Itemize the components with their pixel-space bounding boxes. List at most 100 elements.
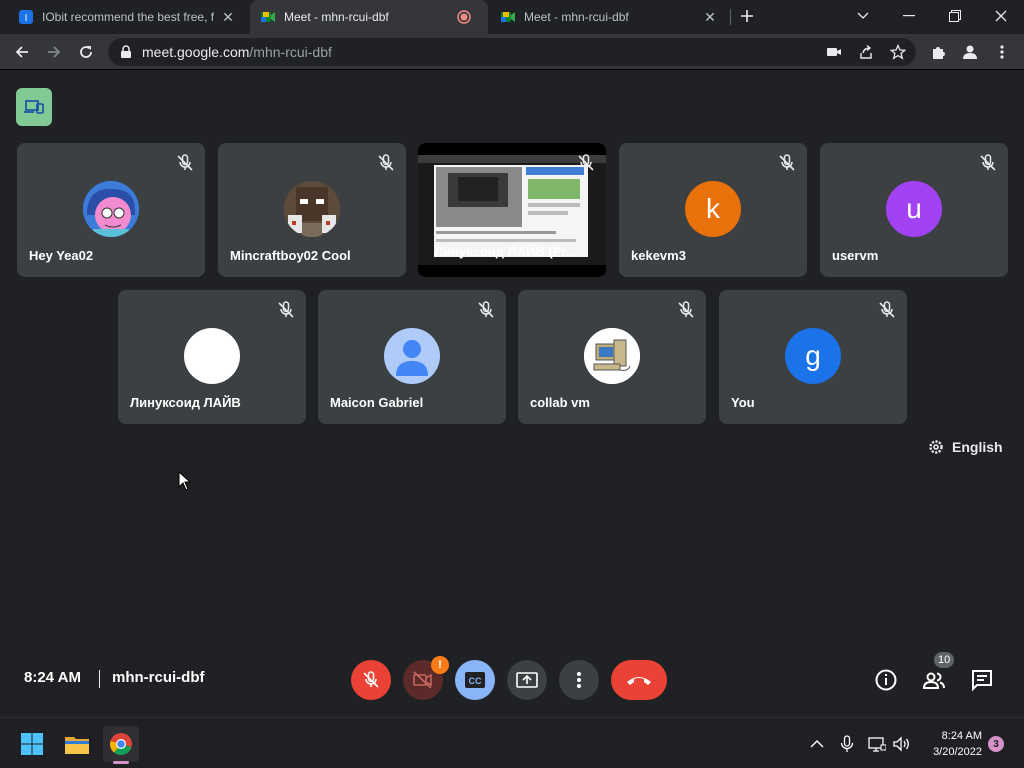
computer-avatar — [584, 328, 640, 384]
participant-name: uservm — [832, 248, 879, 263]
participant-tile[interactable]: u uservm — [820, 143, 1008, 277]
minecraft-avatar — [284, 181, 340, 237]
windows-logo-icon — [21, 733, 43, 755]
file-explorer-button[interactable] — [59, 726, 95, 762]
browser-tab-strip: I IObit recommend the best free, f ✕ Mee… — [0, 0, 1024, 34]
notification-badge[interactable]: 3 — [988, 736, 1004, 752]
taskbar-clock[interactable]: 8:24 AM 3/20/2022 — [916, 728, 982, 760]
folder-icon — [65, 737, 89, 754]
chrome-taskbar-button[interactable] — [103, 726, 139, 762]
extensions-button[interactable] — [924, 38, 952, 66]
volume-icon[interactable] — [892, 735, 910, 753]
recording-icon — [456, 9, 472, 25]
participant-name: kekevm3 — [631, 248, 686, 263]
videocam-off-icon — [413, 671, 432, 689]
reload-icon — [80, 46, 92, 58]
participant-name: Mincraftboy02 Cool — [230, 248, 351, 263]
participant-name: collab vm — [530, 395, 590, 410]
white-circle-avatar — [184, 328, 240, 384]
chevron-up-icon[interactable] — [808, 735, 826, 753]
start-button[interactable] — [14, 726, 50, 762]
close-icon — [995, 10, 1007, 22]
close-window-button[interactable] — [978, 0, 1024, 32]
leave-call-button[interactable] — [611, 660, 667, 700]
url-path: /mhn-rcui-dbf — [249, 44, 332, 60]
meet-stage: Hey Yea02 Mincraftboy02 Cool Линуксоид Л… — [0, 71, 1024, 717]
companion-mode-button[interactable] — [16, 88, 52, 126]
tab-meet-active[interactable]: Meet - mhn-rcui-dbf — [250, 0, 488, 34]
network-icon[interactable] — [868, 735, 886, 753]
letter-avatar: g — [785, 328, 841, 384]
mic-off-icon — [278, 301, 294, 318]
clock-date: 3/20/2022 — [933, 746, 982, 758]
pink-cartoon-avatar — [83, 181, 139, 237]
captions-button[interactable]: CC — [455, 660, 495, 700]
participant-tile-self[interactable]: g You — [719, 290, 907, 424]
tab-close-icon[interactable]: ✕ — [220, 9, 236, 25]
meet-favicon-icon — [500, 9, 516, 25]
tab-title: Meet - mhn-rcui-dbf — [284, 10, 389, 24]
mic-off-icon — [177, 154, 193, 171]
arrow-left-icon — [15, 46, 28, 58]
participant-name: Maicon Gabriel — [330, 395, 424, 410]
bookmark-star-icon — [890, 44, 906, 60]
more-vert-icon — [577, 672, 581, 688]
more-options-button[interactable] — [559, 660, 599, 700]
present-to-all-icon — [516, 672, 538, 688]
svg-text:I: I — [25, 13, 28, 24]
tab-close-icon[interactable]: ✕ — [702, 9, 718, 25]
mic-toggle-button[interactable] — [351, 660, 391, 700]
mic-off-icon — [879, 301, 895, 318]
iobit-favicon-icon: I — [18, 9, 34, 25]
account-icon — [963, 45, 977, 59]
tab-iobit[interactable]: I IObit recommend the best free, f ✕ — [8, 0, 246, 34]
tab-meet-2[interactable]: Meet - mhn-rcui-dbf ✕ — [490, 0, 728, 34]
closed-caption-icon: CC — [465, 672, 485, 688]
microphone-icon[interactable] — [838, 735, 856, 753]
camera-in-use-icon — [827, 48, 841, 56]
meet-favicon-icon — [260, 9, 276, 25]
restore-icon — [949, 10, 961, 22]
share-icon — [860, 44, 872, 59]
participant-tile[interactable]: Mincraftboy02 Cool — [218, 143, 406, 277]
tab-title: Meet - mhn-rcui-dbf — [524, 10, 629, 24]
letter-avatar: k — [685, 181, 741, 237]
minimize-icon — [903, 15, 915, 17]
back-button[interactable] — [8, 38, 36, 66]
participant-tile[interactable]: Hey Yea02 — [17, 143, 205, 277]
browser-menu-button[interactable] — [988, 38, 1016, 66]
active-app-indicator — [113, 761, 129, 764]
profile-button[interactable] — [956, 38, 984, 66]
url-host: meet.google.com — [142, 44, 250, 60]
address-bar[interactable]: meet.google.com/mhn-rcui-dbf — [108, 38, 916, 66]
captions-language-label: English — [952, 439, 1003, 455]
restore-button[interactable] — [932, 0, 978, 32]
letter-avatar: u — [886, 181, 942, 237]
forward-button[interactable] — [40, 38, 68, 66]
chat-icon[interactable] — [970, 668, 994, 692]
browser-toolbar: meet.google.com/mhn-rcui-dbf — [0, 34, 1024, 70]
meeting-code: mhn-rcui-dbf — [112, 669, 205, 686]
divider — [99, 670, 100, 688]
new-tab-button[interactable] — [726, 0, 768, 32]
mic-off-icon — [578, 154, 594, 171]
lock-icon — [121, 45, 131, 58]
mouse-cursor-icon — [178, 471, 192, 491]
people-icon[interactable] — [922, 668, 946, 692]
tab-search-button[interactable] — [840, 0, 886, 32]
captions-language-button[interactable]: English — [928, 439, 1003, 455]
participant-tile[interactable]: k kekevm3 — [619, 143, 807, 277]
participant-tile[interactable]: Линуксоид ЛАЙВ — [118, 290, 306, 424]
participant-tile[interactable]: collab vm — [518, 290, 706, 424]
mic-off-icon — [980, 154, 996, 171]
participant-tile[interactable]: Maicon Gabriel — [318, 290, 506, 424]
minimize-button[interactable] — [886, 0, 932, 32]
participant-name: You — [731, 395, 755, 410]
screen-share-tile[interactable]: Линуксоид ЛАЙВ (Pr... — [418, 143, 606, 277]
call-end-icon — [627, 677, 651, 685]
info-icon[interactable] — [874, 668, 898, 692]
gear-icon — [929, 440, 943, 454]
reload-button[interactable] — [72, 38, 100, 66]
mic-off-icon — [678, 301, 694, 318]
present-screen-button[interactable] — [507, 660, 547, 700]
